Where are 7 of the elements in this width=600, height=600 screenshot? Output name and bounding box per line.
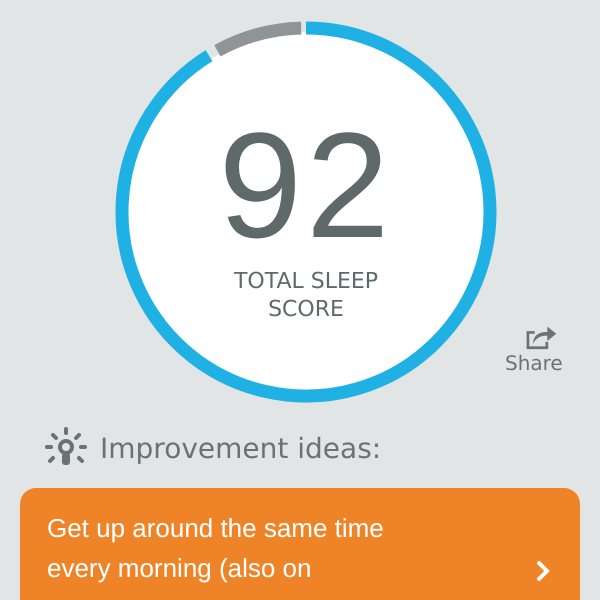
share-button[interactable]: Share <box>505 322 563 375</box>
score-value: 92 <box>218 110 394 260</box>
score-label: TOTAL SLEEP SCORE <box>234 268 378 324</box>
improvement-text: Get up around the same time every morning (also on <box>47 512 384 585</box>
improvement-card[interactable]: Get up around the same time every morning (also on <box>20 488 580 600</box>
section-heading: Improvement ideas: <box>100 432 382 464</box>
chevron-right-icon <box>536 560 550 582</box>
